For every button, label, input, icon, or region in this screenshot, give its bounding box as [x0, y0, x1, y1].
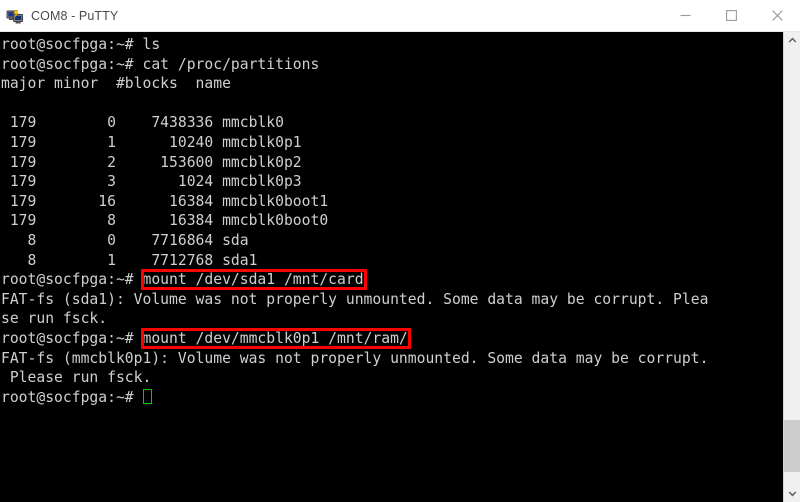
- terminal-line: major minor #blocks name: [1, 75, 231, 93]
- terminal-line: FAT-fs (sda1): Volume was not properly u…: [1, 290, 709, 308]
- scrollbar-down-arrow[interactable]: [784, 485, 800, 502]
- close-button[interactable]: [754, 0, 800, 31]
- terminal-line: FAT-fs (mmcblk0p1): Volume was not prope…: [1, 349, 709, 367]
- terminal-line: 8 0 7716864 sda: [1, 231, 249, 249]
- terminal-line: 179 8 16384 mmcblk0boot0: [1, 212, 329, 230]
- title-bar-left: COM8 - PuTTY: [0, 7, 662, 25]
- scrollbar-track[interactable]: [784, 49, 800, 485]
- scrollbar-thumb[interactable]: [784, 420, 800, 472]
- terminal-line: root@socfpga:~#: [1, 388, 783, 408]
- scrollbar-up-arrow[interactable]: [784, 32, 800, 49]
- terminal-line: root@socfpga:~# ls: [1, 36, 161, 53]
- terminal-line: root@socfpga:~# cat /proc/partitions: [1, 55, 320, 73]
- terminal-area: root@socfpga:~# ls root@socfpga:~# cat /p…: [0, 32, 800, 502]
- terminal-line: 179 1 10240 mmcblk0p1: [1, 133, 302, 151]
- window-title: COM8 - PuTTY: [31, 8, 119, 23]
- window-controls: [662, 0, 800, 31]
- minimize-button[interactable]: [662, 0, 708, 31]
- putty-window: COM8 - PuTTY root@socfpga:~# ls root@soc…: [0, 0, 800, 502]
- terminal-line: 179 16 16384 mmcblk0boot1: [1, 192, 329, 210]
- terminal-scrollbar[interactable]: [783, 32, 800, 502]
- terminal-screen[interactable]: root@socfpga:~# ls root@socfpga:~# cat /p…: [0, 32, 783, 502]
- putty-icon: [6, 7, 24, 25]
- terminal-line: 179 0 7438336 mmcblk0: [1, 114, 284, 132]
- terminal-line: 179 2 153600 mmcblk0p2: [1, 153, 302, 171]
- title-bar[interactable]: COM8 - PuTTY: [0, 0, 800, 32]
- terminal-line: 8 1 7712768 sda1: [1, 251, 258, 269]
- terminal-line: 179 3 1024 mmcblk0p3: [1, 173, 302, 191]
- terminal-line: Please run fsck.: [1, 369, 152, 387]
- terminal-line: se run fsck.: [1, 310, 108, 328]
- terminal-line: root@socfpga:~# mount /dev/sda1 /mnt/car…: [1, 271, 364, 289]
- terminal-output: root@socfpga:~# ls root@socfpga:~# cat /p…: [1, 35, 783, 407]
- maximize-button[interactable]: [708, 0, 754, 31]
- terminal-cursor: [143, 388, 153, 404]
- terminal-line: root@socfpga:~# mount /dev/mmcblk0p1 /mn…: [1, 329, 408, 347]
